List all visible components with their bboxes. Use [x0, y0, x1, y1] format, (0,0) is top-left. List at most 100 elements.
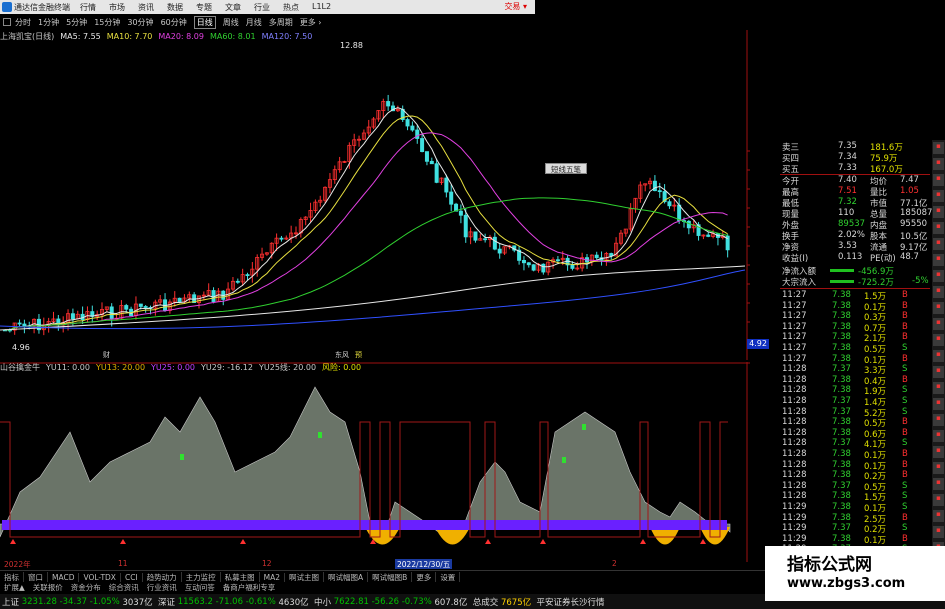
info-tab[interactable]: 行业资讯 — [143, 582, 181, 593]
period-tab[interactable]: 月线 — [246, 17, 262, 28]
indicator-tab[interactable]: MA2 — [260, 572, 286, 582]
side-tab-icon[interactable]: ▪ — [933, 142, 944, 154]
side-tab-icon[interactable]: ▪ — [933, 430, 944, 442]
side-tab-icon[interactable]: ▪ — [933, 462, 944, 474]
period-tab[interactable]: 5分钟 — [66, 17, 87, 28]
info-tab[interactable]: 资金分布 — [67, 582, 105, 593]
side-tab-icon[interactable]: ▪ — [933, 286, 944, 298]
period-tab[interactable]: 30分钟 — [127, 17, 153, 28]
period-tab[interactable]: 周线 — [223, 17, 239, 28]
period-bar: 分时 1分钟 5分钟 15分钟 30分钟 60分钟 日线 周线 月线 多周期 更多 › — [0, 15, 535, 29]
info-tab[interactable]: 互动问答 — [181, 582, 219, 593]
side-tab-icon[interactable]: ▪ — [933, 478, 944, 490]
period-tab[interactable]: 15分钟 — [94, 17, 120, 28]
menu-item[interactable]: 行情 — [80, 2, 96, 13]
order-book-row: 买四 7.34 75.9万 — [752, 152, 930, 164]
ma-legend-item: MA120: 7.50 — [261, 31, 313, 41]
period-tab[interactable]: 更多 › — [300, 17, 322, 28]
side-tab-icon[interactable]: ▪ — [933, 222, 944, 234]
info-tab[interactable]: 扩展▲ — [0, 582, 29, 593]
side-tab-icon[interactable]: ▪ — [933, 382, 944, 394]
tick-direction: B — [902, 417, 908, 428]
sz-change: -71.06 — [215, 596, 243, 607]
indicator-tab[interactable]: 趋势动力 — [143, 571, 182, 583]
side-tab-icon[interactable]: ▪ — [933, 334, 944, 346]
side-tab-icon[interactable]: ▪ — [933, 446, 944, 458]
app-title: 通达信金融终端 — [14, 2, 70, 12]
indicator-chart[interactable]: 300.00250.00200.00150.00100.0050.000.00 — [0, 362, 750, 562]
candle — [138, 303, 143, 307]
trade-button[interactable]: 交易 ▾ — [504, 1, 527, 12]
menu-item[interactable]: 专题 — [196, 2, 212, 13]
side-tab-icon[interactable]: ▪ — [933, 414, 944, 426]
candle — [473, 231, 478, 241]
indicator-tab[interactable]: 啊试幅图B — [368, 571, 413, 583]
window-toggle-icon[interactable] — [3, 18, 11, 26]
side-tab-icon[interactable]: ▪ — [933, 510, 944, 522]
broker-label[interactable]: 平安证券长沙行情 — [537, 596, 605, 608]
arrow-marker — [700, 539, 706, 544]
stat-value: 110 — [838, 208, 855, 218]
side-tab-icon[interactable]: ▪ — [933, 318, 944, 330]
ma10-line — [4, 115, 728, 331]
side-tab-icon[interactable]: ▪ — [933, 366, 944, 378]
indicator-tab[interactable]: 啊试幅图A — [324, 571, 369, 583]
side-tab-icon[interactable]: ▪ — [933, 398, 944, 410]
indicator-tab[interactable]: 啊试主图 — [285, 571, 325, 583]
side-tab-icon[interactable]: ▪ — [933, 254, 944, 266]
side-tab-icon[interactable]: ▪ — [933, 206, 944, 218]
period-tab[interactable]: 1分钟 — [38, 17, 59, 28]
period-tab[interactable]: 多周期 — [269, 17, 293, 28]
indicator-tab[interactable]: MACD — [48, 572, 80, 582]
indicator-tab[interactable]: VOL-TDX — [79, 572, 121, 582]
candle — [541, 263, 546, 273]
short-term-popup[interactable]: 短线五笔 — [545, 163, 587, 174]
side-tab-icon[interactable]: ▪ — [933, 238, 944, 250]
buy-signal-marker — [582, 424, 586, 430]
tick-row: 11:28 7.37 5.2万 S — [752, 407, 930, 419]
indicator-tab[interactable]: 主力监控 — [182, 571, 221, 583]
indicator-tab[interactable]: 指标 — [0, 571, 24, 583]
side-tab-icon[interactable]: ▪ — [933, 494, 944, 506]
info-tab[interactable]: 综合资讯 — [105, 582, 143, 593]
indicator-tab[interactable]: 更多 — [412, 571, 437, 583]
tick-time: 11:27 — [782, 332, 807, 343]
side-tab-icon[interactable]: ▪ — [933, 158, 944, 170]
tick-price: 7.38 — [832, 290, 851, 300]
info-tab[interactable]: 关联报价 — [29, 582, 67, 593]
info-tab[interactable]: 备商户福利专享 — [219, 582, 280, 593]
side-tab-icon[interactable]: ▪ — [933, 526, 944, 538]
stat-value: 48.7 — [900, 252, 919, 262]
tick-direction: S — [902, 438, 908, 449]
menu-item[interactable]: L1L2 — [312, 2, 331, 13]
side-tab-icon[interactable]: ▪ — [933, 190, 944, 202]
tick-row: 11:29 7.38 2.5万 B — [752, 513, 930, 525]
side-tab-icon[interactable]: ▪ — [933, 270, 944, 282]
kline-chart[interactable]: 10.009.509.008.508.007.507.006.506.005.5… — [0, 30, 750, 360]
side-tab-icon[interactable]: ▪ — [933, 174, 944, 186]
watermark-badge: 指标公式网 www.zbgs3.com — [765, 546, 945, 601]
indicator-tab[interactable]: 窗口 — [24, 571, 48, 583]
tick-time: 11:29 — [782, 502, 807, 512]
side-tab-icon[interactable]: ▪ — [933, 302, 944, 314]
menu-item[interactable]: 热点 — [283, 2, 299, 13]
tick-time: 11:28 — [782, 396, 807, 406]
candle — [434, 163, 439, 183]
tick-direction: S — [902, 396, 908, 406]
indicator-tab[interactable]: CCI — [121, 572, 143, 582]
menu-item[interactable]: 数据 — [167, 2, 183, 13]
menu-item[interactable]: 市场 — [109, 2, 125, 13]
period-tab[interactable]: 60分钟 — [161, 17, 187, 28]
period-tab[interactable]: 日线 — [193, 15, 216, 29]
indicator-tab[interactable]: 私募主图 — [221, 571, 260, 583]
side-tab-icon[interactable]: ▪ — [933, 350, 944, 362]
period-tab[interactable]: 分时 — [15, 17, 31, 28]
menu-item[interactable]: 行业 — [254, 2, 270, 13]
stat-value: 0.113 — [838, 252, 863, 262]
tick-time: 11:28 — [782, 449, 807, 459]
menu-item[interactable]: 资讯 — [138, 2, 154, 13]
stat-row: 收益(I) 0.113 PE(动) 48.7 — [752, 252, 930, 264]
tick-time: 11:27 — [782, 353, 807, 364]
indicator-tab[interactable]: 设置 — [436, 571, 461, 583]
menu-item[interactable]: 文章 — [225, 2, 241, 13]
